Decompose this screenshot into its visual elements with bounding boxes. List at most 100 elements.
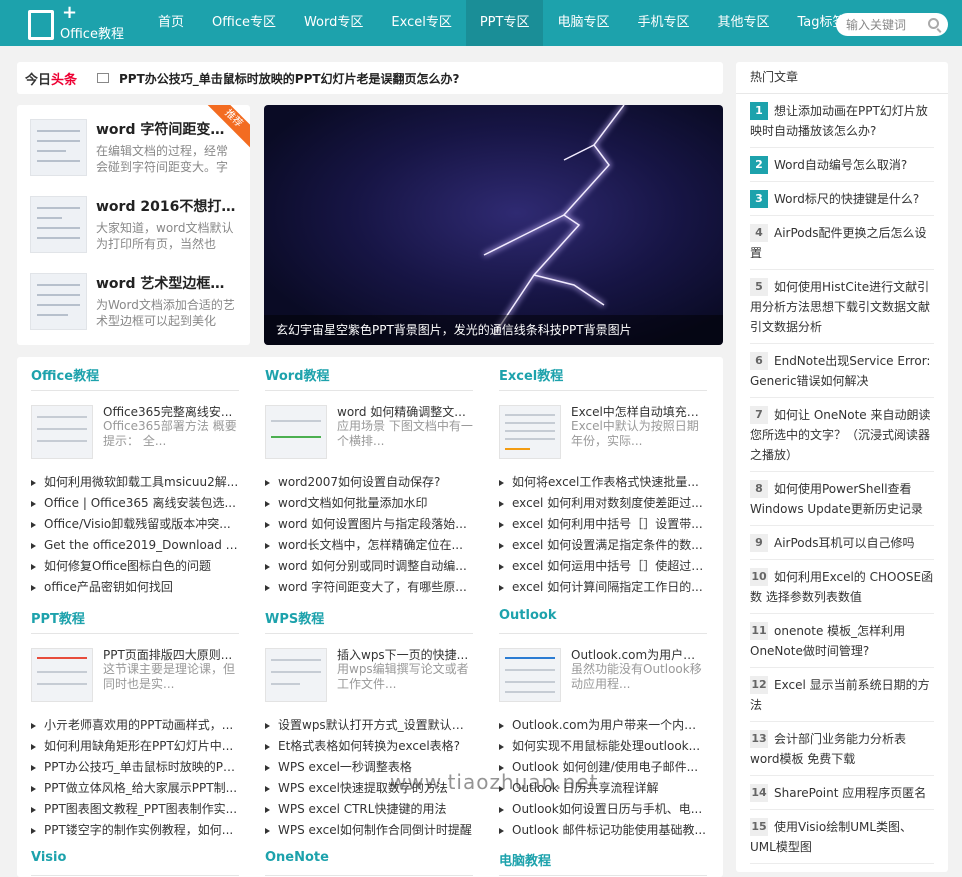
category-title[interactable]: Excel教程	[499, 365, 707, 391]
hot-article-item[interactable]: 14 SharePoint 应用程序页匿名	[750, 776, 934, 810]
featured-item[interactable]: word 字符间距变大了... 在编辑文档的过程，经常会碰到字符间距变大。字	[30, 119, 244, 189]
list-item[interactable]: word 如何分别或同时调整自动编...	[265, 556, 473, 577]
hot-article-title[interactable]: SharePoint 应用程序页匿名	[774, 786, 926, 800]
featured-thumbnail[interactable]	[30, 119, 87, 176]
list-item[interactable]: Office | Office365 离线安装包选...	[31, 493, 239, 514]
category-feature[interactable]: Office365完整离线安... Office365部署方法 概要提示： 全.…	[31, 391, 247, 466]
category-title[interactable]: PPT教程	[31, 608, 239, 634]
hot-article-item[interactable]: 6 EndNote出现Service Error: Generic错误如何解决	[750, 344, 934, 398]
featured-thumbnail[interactable]	[30, 273, 87, 330]
category-title[interactable]: WPS教程	[265, 608, 473, 634]
category-feature[interactable]: Excel中怎样自动填充月... Excel中默认为按照日期年份，实际...	[499, 391, 715, 466]
category-feature-title[interactable]: 插入wps下一页的快捷...	[337, 646, 471, 663]
category-thumbnail[interactable]	[31, 648, 93, 702]
hero-caption[interactable]: 玄幻宇宙星空紫色PPT背景图片，发光的通信线条科技PPT背景图片	[264, 315, 723, 345]
hot-article-item[interactable]: 15 使用Visio绘制UML类图、UML模型图	[750, 810, 934, 864]
headline-link[interactable]: PPT办公技巧_单击鼠标时放映的PPT幻灯片老是误翻页怎么办?	[119, 70, 460, 87]
list-item[interactable]: Outlook.com为用户带来一个内置...	[499, 715, 707, 736]
featured-item[interactable]: word 2016不想打印... 大家知道，word文档默认为打印所有页，当然也	[30, 196, 244, 266]
list-item[interactable]: Outlook 邮件标记功能使用基础教...	[499, 820, 707, 841]
category-title[interactable]: Outlook	[499, 608, 707, 634]
list-item[interactable]: excel 如何利用对数刻度使差距过...	[499, 493, 707, 514]
hot-article-item[interactable]: 12 Excel 显示当前系统日期的方法	[750, 668, 934, 722]
nav-office[interactable]: Office专区	[198, 0, 290, 46]
hot-article-item[interactable]: 3 Word标尺的快捷键是什么?	[750, 182, 934, 216]
category-thumbnail[interactable]	[265, 405, 327, 459]
category-feature[interactable]: Outlook.com为用户带... 虽然功能没有Outlook移动应用程...	[499, 634, 715, 709]
category-title[interactable]: 电脑教程	[499, 850, 707, 876]
category-feature-title[interactable]: Excel中怎样自动填充月...	[571, 403, 705, 420]
hot-article-title[interactable]: EndNote出现Service Error: Generic错误如何解决	[750, 354, 930, 388]
hot-article-item[interactable]: 10 如何利用Excel的 CHOOSE函数 选择参数列表数值	[750, 560, 934, 614]
hot-article-title[interactable]: 如何使用PowerShell查看Windows Update更新历史记录	[750, 482, 923, 516]
category-thumbnail[interactable]	[265, 648, 327, 702]
featured-thumbnail[interactable]	[30, 196, 87, 253]
category-thumbnail[interactable]	[499, 648, 561, 702]
list-item[interactable]: Et格式表格如何转换为excel表格?	[265, 736, 473, 757]
list-item[interactable]: 如何将excel工作表格式快速批量...	[499, 472, 707, 493]
featured-title[interactable]: word 艺术型边框怎么...	[96, 273, 238, 293]
list-item[interactable]: excel 如何利用中括号［］设置带...	[499, 514, 707, 535]
hot-article-item[interactable]: 8 如何使用PowerShell查看Windows Update更新历史记录	[750, 472, 934, 526]
hot-article-title[interactable]: 会计部门业务能力分析表word模板 免费下载	[750, 732, 906, 766]
hot-article-title[interactable]: 想让添加动画在PPT幻灯片放映时自动播放该怎么办?	[750, 104, 928, 138]
category-feature-title[interactable]: PPT页面排版四大原则...	[103, 646, 237, 663]
list-item[interactable]: word文档如何批量添加水印	[265, 493, 473, 514]
list-item[interactable]: PPT镂空字的制作实例教程，如何...	[31, 820, 239, 841]
site-logo[interactable]: + Office教程	[26, 4, 126, 42]
category-thumbnail[interactable]	[31, 405, 93, 459]
nav-excel[interactable]: Excel专区	[377, 0, 465, 46]
search-icon[interactable]	[928, 18, 939, 29]
list-item[interactable]: 如何修复Office图标白色的问题	[31, 556, 239, 577]
hot-article-item[interactable]: 1 想让添加动画在PPT幻灯片放映时自动播放该怎么办?	[750, 94, 934, 148]
category-title[interactable]: Visio	[31, 850, 239, 876]
nav-computer[interactable]: 电脑专区	[543, 0, 623, 46]
featured-item[interactable]: word 艺术型边框怎么... 为Word文档添加合适的艺术型边框可以起到美化	[30, 273, 244, 343]
featured-title[interactable]: word 字符间距变大了...	[96, 119, 238, 139]
hot-article-title[interactable]: Word自动编号怎么取消?	[774, 158, 907, 172]
list-item[interactable]: excel 如何设置满足指定条件的数...	[499, 535, 707, 556]
hot-article-item[interactable]: 7 如何让 OneNote 来自动朗读您所选中的文字？（沉浸式阅读器之播放）	[750, 398, 934, 472]
list-item[interactable]: 小亓老师喜欢用的PPT动画样式，...	[31, 715, 239, 736]
category-feature[interactable]: 插入wps下一页的快捷... 用wps编辑撰写论文或者工作文件...	[265, 634, 481, 709]
hot-article-title[interactable]: AirPods耳机可以自己修吗	[774, 536, 915, 550]
category-title[interactable]: Office教程	[31, 365, 239, 391]
list-item[interactable]: PPT办公技巧_单击鼠标时放映的PP...	[31, 757, 239, 778]
list-item[interactable]: excel 如何计算间隔指定工作日的...	[499, 577, 707, 598]
category-feature-title[interactable]: word 如何精确调整文...	[337, 403, 471, 420]
nav-home[interactable]: 首页	[144, 0, 198, 46]
list-item[interactable]: 如何实现不用鼠标能处理outlook...	[499, 736, 707, 757]
category-feature[interactable]: word 如何精确调整文... 应用场景 下图文档中有一个横排...	[265, 391, 481, 466]
list-item[interactable]: WPS excel CTRL快捷键的用法	[265, 799, 473, 820]
category-thumbnail[interactable]	[499, 405, 561, 459]
hot-article-title[interactable]: Word标尺的快捷键是什么?	[774, 192, 919, 206]
hot-article-title[interactable]: 如何使用HistCite进行文献引用分析方法思想下载引文数据文献引文数据分析	[750, 280, 930, 334]
list-item[interactable]: excel 如何运用中括号［］使超过2...	[499, 556, 707, 577]
list-item[interactable]: PPT做立体风格_给大家展示PPT制...	[31, 778, 239, 799]
hot-article-item[interactable]: 13 会计部门业务能力分析表word模板 免费下载	[750, 722, 934, 776]
list-item[interactable]: PPT图表图文教程_PPT图表制作实...	[31, 799, 239, 820]
list-item[interactable]: 如何利用缺角矩形在PPT幻灯片中...	[31, 736, 239, 757]
list-item[interactable]: Get the office2019_Download O...	[31, 535, 239, 556]
list-item[interactable]: word长文档中，怎样精确定位在...	[265, 535, 473, 556]
nav-mobile[interactable]: 手机专区	[623, 0, 703, 46]
list-item[interactable]: Outlook如何设置日历与手机、电...	[499, 799, 707, 820]
nav-other[interactable]: 其他专区	[703, 0, 783, 46]
hot-article-item[interactable]: 2 Word自动编号怎么取消?	[750, 148, 934, 182]
category-feature-title[interactable]: Outlook.com为用户带...	[571, 646, 705, 663]
nav-ppt[interactable]: PPT专区	[465, 0, 544, 46]
category-title[interactable]: OneNote	[265, 850, 473, 876]
list-item[interactable]: WPS excel如何制作合同倒计时提醒	[265, 820, 473, 841]
list-item[interactable]: word2007如何设置自动保存?	[265, 472, 473, 493]
list-item[interactable]: word 如何设置图片与指定段落始...	[265, 514, 473, 535]
hot-article-title[interactable]: onenote 模板_怎样利用OneNote做时间管理?	[750, 624, 905, 658]
category-feature[interactable]: PPT页面排版四大原则... 这节课主要是理论课，但同时也是实...	[31, 634, 247, 709]
list-item[interactable]: 如何利用微软卸载工具msicuu2解...	[31, 472, 239, 493]
category-feature-title[interactable]: Office365完整离线安...	[103, 403, 237, 420]
hot-article-item[interactable]: 5 如何使用HistCite进行文献引用分析方法思想下载引文数据文献引文数据分析	[750, 270, 934, 344]
hot-article-title[interactable]: AirPods配件更换之后怎么设置	[750, 226, 927, 260]
category-title[interactable]: Word教程	[265, 365, 473, 391]
hot-article-item[interactable]: 11 onenote 模板_怎样利用OneNote做时间管理?	[750, 614, 934, 668]
list-item[interactable]: 设置wps默认打开方式_设置默认使...	[265, 715, 473, 736]
hot-article-title[interactable]: 使用Visio绘制UML类图、UML模型图	[750, 820, 912, 854]
